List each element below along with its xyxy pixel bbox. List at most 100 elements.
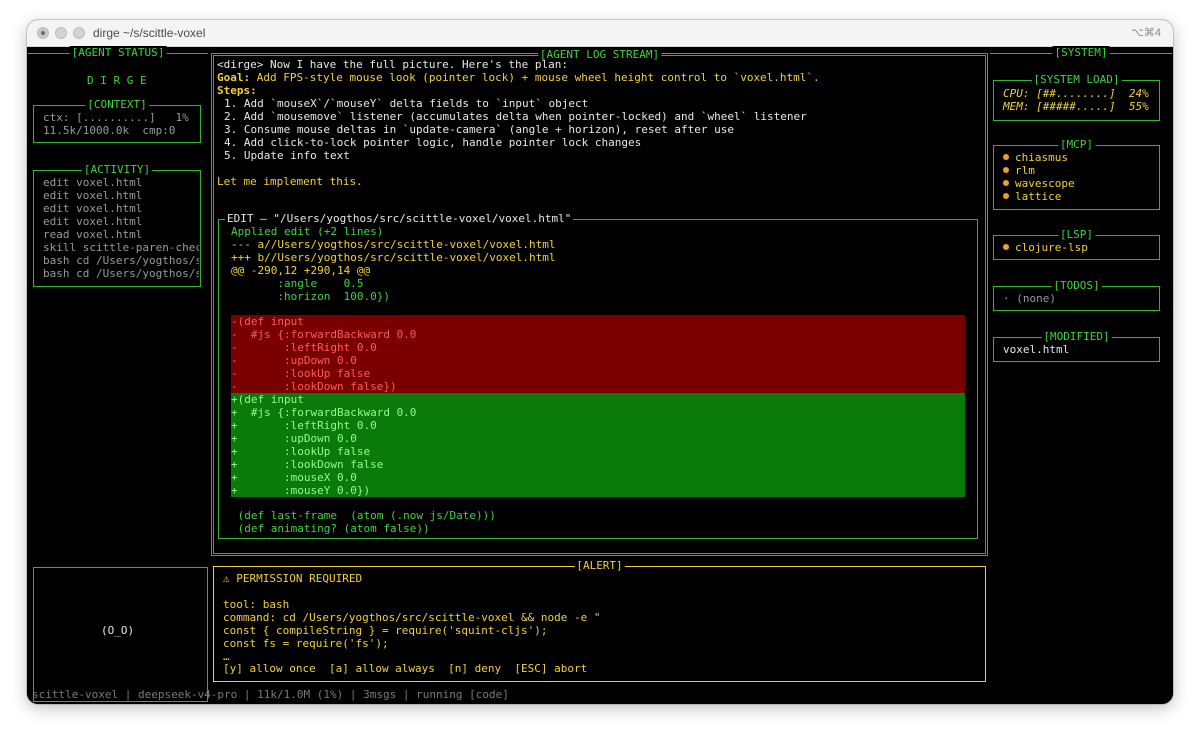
status-bar: scittle-voxel | deepseek-v4-pro | 11k/1.… bbox=[32, 688, 509, 701]
modified-title: [MODIFIED] bbox=[1041, 330, 1112, 343]
diff-context-line: :horizon 100.0}) bbox=[231, 290, 390, 303]
mcp-panel: [MCP] chiasmus rlm wavescope lattice bbox=[993, 138, 1160, 210]
diff-added-line: + :upDown 0.0 bbox=[231, 432, 965, 445]
alert-line: const { compileString } = require('squin… bbox=[223, 624, 548, 637]
diff-added-line: + :mouseX 0.0 bbox=[231, 471, 965, 484]
alert-options[interactable]: [y] allow once [a] allow always [n] deny… bbox=[223, 662, 587, 675]
zoom-window-button[interactable] bbox=[73, 27, 85, 39]
log-intro: <dirge> Now I have the full picture. Her… bbox=[217, 58, 568, 71]
face-panel: (O_O) bbox=[33, 567, 208, 702]
todos-panel: [TODOS] · (none) bbox=[993, 279, 1160, 311]
dirge-logo: D I R G E bbox=[87, 74, 147, 87]
mcp-server-item[interactable]: lattice bbox=[1003, 190, 1075, 203]
status-dot-icon bbox=[1003, 244, 1009, 250]
activity-title: [ACTIVITY] bbox=[81, 163, 153, 176]
lsp-title: [LSP] bbox=[1057, 228, 1096, 241]
activity-item: edit voxel.html bbox=[43, 176, 143, 189]
context-meter: ctx: [..........] 1% bbox=[43, 111, 189, 124]
activity-item: read voxel.html bbox=[43, 228, 143, 241]
diff-header-line: @@ -290,12 +290,14 @@ bbox=[231, 264, 371, 277]
mcp-server-name: rlm bbox=[1015, 164, 1035, 177]
edit-title: EDIT — "/Users/yogthos/src/scittle-voxel… bbox=[225, 212, 574, 225]
steps-label: Steps: bbox=[217, 84, 257, 97]
mem-meter: MEM: [#####.....] 55% bbox=[1003, 100, 1149, 113]
context-panel: [CONTEXT] ctx: [..........] 1% 11.5k/100… bbox=[33, 98, 201, 143]
diff-removed-line: - :lookDown false}) bbox=[231, 380, 965, 393]
system-load-panel: [SYSTEM LOAD] CPU: [##........] 24% MEM:… bbox=[993, 73, 1160, 121]
window-title: dirge ~/s/scittle-voxel bbox=[93, 26, 206, 40]
log-goal: Goal: Add FPS-style mouse look (pointer … bbox=[217, 71, 820, 84]
mcp-title: [MCP] bbox=[1057, 138, 1096, 151]
activity-item: edit voxel.html bbox=[43, 215, 143, 228]
status-dot-icon bbox=[1003, 180, 1009, 186]
activity-panel: [ACTIVITY] edit voxel.html edit voxel.htm… bbox=[33, 163, 201, 287]
terminal-area[interactable]: [AGENT STATUS] D I R G E [CONTEXT] ctx: … bbox=[27, 46, 1173, 704]
system-load-title: [SYSTEM LOAD] bbox=[1031, 73, 1122, 86]
diff-added-line: + :leftRight 0.0 bbox=[231, 419, 965, 432]
minimize-window-button[interactable] bbox=[55, 27, 67, 39]
alert-line: const fs = require('fs'); bbox=[223, 637, 389, 650]
diff-removed-line: - #js {:forwardBackward 0.0 bbox=[231, 328, 965, 341]
close-window-button[interactable] bbox=[37, 27, 49, 39]
edit-panel: EDIT — "/Users/yogthos/src/scittle-voxel… bbox=[218, 212, 978, 539]
agent-log-panel[interactable]: [AGENT LOG STREAM] <dirge> Now I have th… bbox=[211, 48, 988, 556]
activity-list: edit voxel.html edit voxel.html edit voxel… bbox=[43, 176, 199, 284]
diff-removed-line: - :lookUp false bbox=[231, 367, 965, 380]
alert-title: [ALERT] bbox=[574, 559, 625, 572]
alert-line: command: cd /Users/yogthos/src/scittle-v… bbox=[223, 611, 601, 624]
status-dot-icon bbox=[1003, 154, 1009, 160]
lsp-server-item[interactable]: clojure-lsp bbox=[1003, 241, 1088, 254]
diff-header-line: --- a//Users/yogthos/src/scittle-voxel/v… bbox=[231, 238, 556, 251]
lsp-panel: [LSP] clojure-lsp bbox=[993, 228, 1160, 260]
window-shortcut: ⌥⌘4 bbox=[1131, 27, 1161, 39]
mcp-server-name: wavescope bbox=[1015, 177, 1075, 190]
activity-item: bash cd /Users/yogthos/s bbox=[43, 254, 199, 267]
agent-status-title: [AGENT STATUS] bbox=[69, 46, 167, 59]
log-step: 3. Consume mouse deltas in `update-camer… bbox=[224, 123, 734, 136]
activity-item: skill scittle-paren-chec bbox=[43, 241, 199, 254]
todos-title: [TODOS] bbox=[1051, 279, 1102, 292]
log-outro: Let me implement this. bbox=[217, 175, 363, 188]
log-step: 4. Add click-to-lock pointer logic, hand… bbox=[224, 136, 642, 149]
diff-added-line: + #js {:forwardBackward 0.0 bbox=[231, 406, 965, 419]
mcp-list: chiasmus rlm wavescope lattice bbox=[1003, 151, 1075, 203]
system-panel: [SYSTEM] [SYSTEM LOAD] CPU: [##........]… bbox=[990, 46, 1172, 560]
goal-label: Goal: bbox=[217, 71, 251, 84]
mcp-server-item[interactable]: chiasmus bbox=[1003, 151, 1075, 164]
mcp-server-item[interactable]: wavescope bbox=[1003, 177, 1075, 190]
title-bar: dirge ~/s/scittle-voxel ⌥⌘4 bbox=[27, 20, 1173, 47]
cpu-meter: CPU: [##........] 24% bbox=[1003, 87, 1149, 100]
modified-file[interactable]: voxel.html bbox=[1003, 343, 1069, 356]
alert-header: ⚠ PERMISSION REQUIRED bbox=[223, 572, 363, 585]
diff-removed-line: -(def input bbox=[231, 315, 965, 328]
goal-text: Add FPS-style mouse look (pointer lock) … bbox=[250, 71, 820, 84]
log-step: 2. Add `mousemove` listener (accumulates… bbox=[224, 110, 807, 123]
activity-item: edit voxel.html bbox=[43, 202, 143, 215]
terminal-window: dirge ~/s/scittle-voxel ⌥⌘4 [AGENT STATU… bbox=[27, 20, 1173, 704]
diff-header-line: +++ b//Users/yogthos/src/scittle-voxel/v… bbox=[231, 251, 556, 264]
activity-item: bash cd /Users/yogthos/s bbox=[43, 267, 199, 280]
diff-added-line: + :lookDown false bbox=[231, 458, 965, 471]
diff-added-line: +(def input bbox=[231, 393, 965, 406]
alert-panel[interactable]: [ALERT] ⚠ PERMISSION REQUIRED tool: bash… bbox=[213, 559, 986, 682]
alert-line: tool: bash bbox=[223, 598, 290, 611]
modified-panel: [MODIFIED] voxel.html bbox=[993, 330, 1160, 362]
diff-context-line: (def animating? (atom false)) bbox=[231, 522, 430, 535]
status-dot-icon bbox=[1003, 167, 1009, 173]
todos-empty: · (none) bbox=[1003, 292, 1056, 305]
agent-status-panel: [AGENT STATUS] D I R G E [CONTEXT] ctx: … bbox=[28, 46, 208, 560]
diff-removed-line: - :upDown 0.0 bbox=[231, 354, 965, 367]
log-step: 1. Add `mouseX`/`mouseY` delta fields to… bbox=[224, 97, 589, 110]
activity-item: edit voxel.html bbox=[43, 189, 143, 202]
context-title: [CONTEXT] bbox=[85, 98, 149, 111]
mcp-server-name: chiasmus bbox=[1015, 151, 1068, 164]
mcp-server-item[interactable]: rlm bbox=[1003, 164, 1075, 177]
edit-applied: Applied edit (+2 lines) bbox=[231, 225, 384, 238]
diff-added-line: + :lookUp false bbox=[231, 445, 965, 458]
system-title: [SYSTEM] bbox=[1052, 46, 1110, 59]
log-step: 5. Update info text bbox=[224, 149, 350, 162]
status-dot-icon bbox=[1003, 193, 1009, 199]
mcp-server-name: lattice bbox=[1015, 190, 1062, 203]
diff-context-line: :angle 0.5 bbox=[231, 277, 364, 290]
context-usage: 11.5k/1000.0k cmp:0 bbox=[43, 124, 176, 137]
